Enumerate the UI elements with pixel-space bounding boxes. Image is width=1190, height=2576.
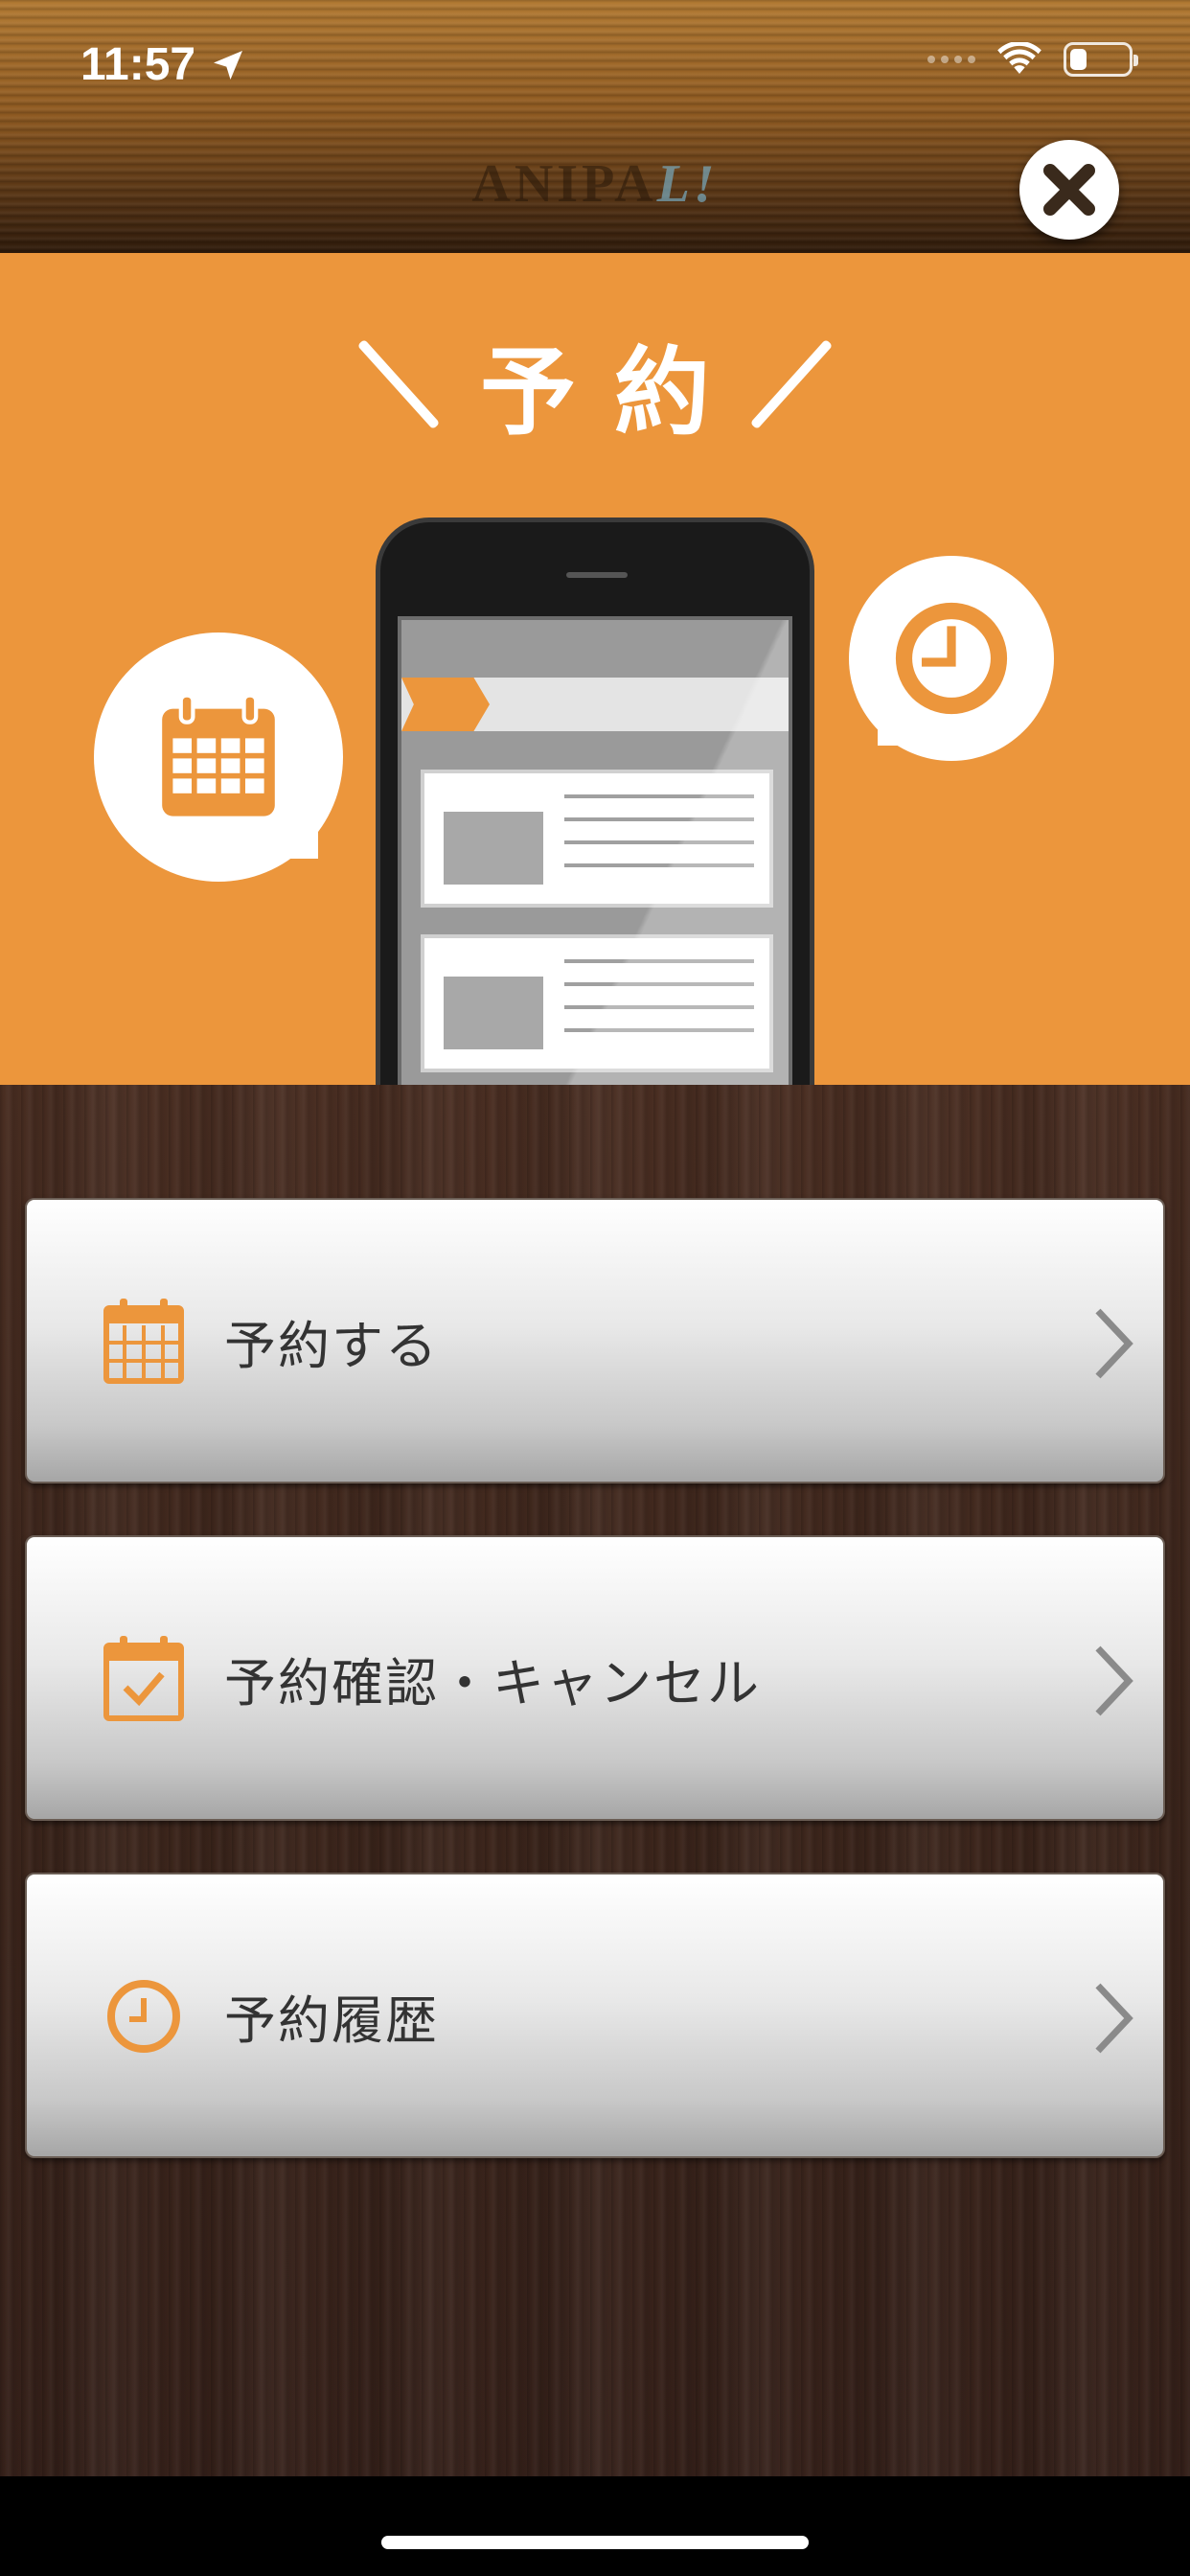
smartphone-illustration — [376, 518, 814, 1085]
clock-icon — [98, 1970, 190, 2062]
hero-banner: 予約 — [0, 253, 1190, 1085]
brand-logo: ANIPAL! — [0, 153, 1190, 215]
menu-item-label: 予約確認・キャンセル — [224, 1652, 761, 1714]
brand-logo-accent: L! — [656, 154, 719, 214]
screen-card — [421, 770, 773, 908]
close-x-icon — [1043, 164, 1095, 216]
status-time-text: 11:57 — [80, 39, 196, 90]
chevron-right-icon — [1095, 1983, 1133, 2054]
menu-item-label: 予約する — [224, 1315, 439, 1376]
menu-item-confirm-cancel[interactable]: 予約確認・キャンセル — [25, 1535, 1165, 1821]
clock-icon — [895, 602, 1008, 715]
calendar-icon — [162, 693, 275, 816]
calendar-icon — [98, 1296, 190, 1388]
brand-logo-text: ANIPA — [471, 154, 657, 214]
clock-bubble — [849, 556, 1054, 761]
home-indicator[interactable] — [381, 2536, 809, 2549]
bottom-bar — [0, 2476, 1190, 2576]
battery-icon — [1064, 42, 1138, 77]
phone-speaker — [566, 572, 628, 578]
status-time: 11:57 — [80, 38, 247, 91]
hero-title-text: 予約 — [480, 336, 748, 448]
phone-screen — [398, 616, 792, 1085]
calendar-check-icon — [98, 1633, 190, 1725]
menu-item-reservation-history[interactable]: 予約履歴 — [25, 1873, 1165, 2158]
title-slash-right — [749, 338, 834, 429]
close-button[interactable] — [1019, 140, 1119, 240]
battery-level-fill — [1070, 49, 1087, 70]
title-slash-left — [356, 338, 441, 429]
chevron-right-icon — [1095, 1308, 1133, 1379]
menu-item-make-reservation[interactable]: 予約する — [25, 1198, 1165, 1484]
cellular-signal-icon — [927, 56, 975, 63]
calendar-bubble — [94, 632, 343, 882]
wifi-icon — [997, 42, 1041, 74]
status-indicators — [927, 42, 1138, 77]
menu-panel: 予約する 予約確認・キャンセル 予約履歴 — [0, 1085, 1190, 2476]
menu-item-label: 予約履歴 — [224, 1990, 439, 2051]
screen-tag-ribbon — [401, 678, 490, 731]
header-bar: 11:57 ANIPAL! — [0, 0, 1190, 253]
screen-card — [421, 934, 773, 1072]
chevron-right-icon — [1095, 1645, 1133, 1716]
hero-title: 予約 — [0, 314, 1190, 453]
location-arrow-icon — [214, 50, 243, 80]
